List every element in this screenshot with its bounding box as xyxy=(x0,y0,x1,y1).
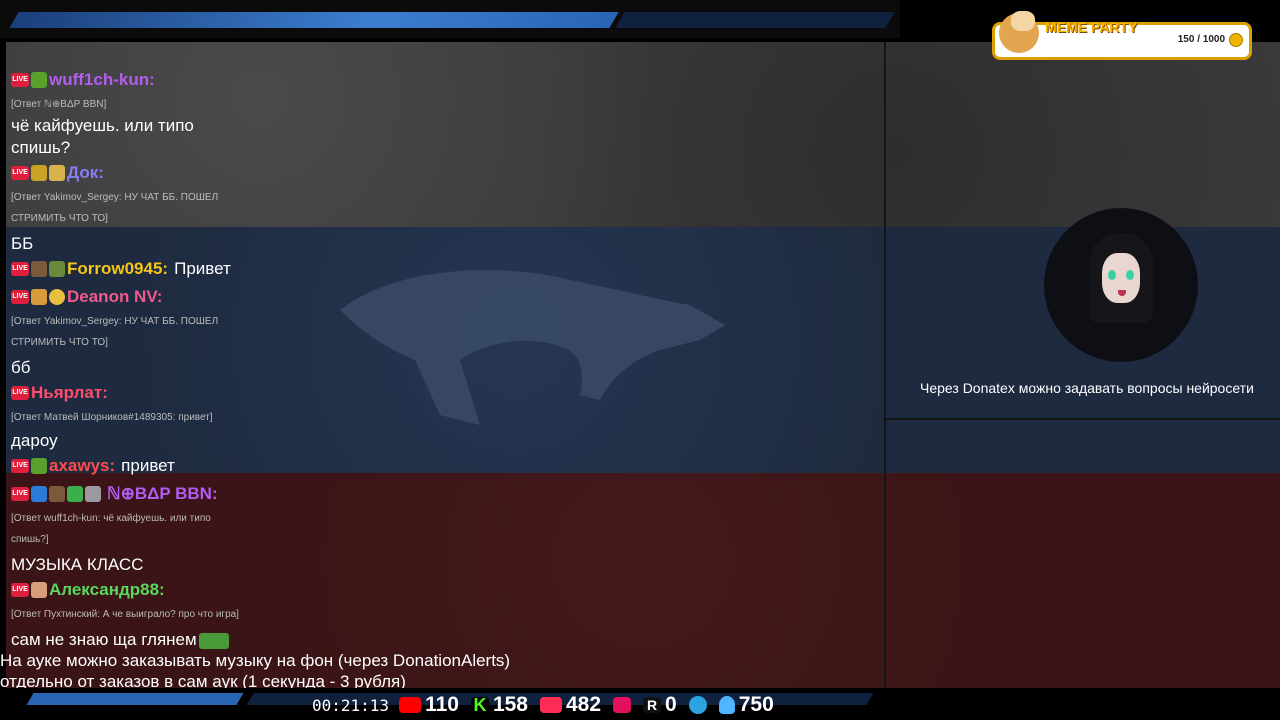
donatex-notice: Через Donatex можно задавать вопросы ней… xyxy=(920,380,1254,396)
chat-reply: [Ответ Yakimov_Sergey: НУ ЧАТ ББ. ПОШЕЛ … xyxy=(11,316,219,348)
vk-live-stat: 482 xyxy=(540,693,601,717)
chat-message: LIVE Док: [Ответ Yakimov_Sergey: НУ ЧАТ Б… xyxy=(11,159,311,255)
chat-message: LIVE ℕ⊕BΔP BBN: [Ответ wuff1ch-kun: чё ка… xyxy=(11,480,311,576)
meme-party-title: MEME PARTY xyxy=(1045,19,1138,35)
gift-icon xyxy=(67,486,83,502)
chat-message: LIVE Александр88: [Ответ Пухтинский: А че… xyxy=(11,576,311,651)
chat-reply: [Ответ ℕ⊕BΔP BBN] xyxy=(11,99,107,110)
user-icon xyxy=(718,696,735,714)
chat-reply: [Ответ wuff1ch-kun: чё кайфуешь. или тип… xyxy=(11,513,211,545)
bottom-bar-accent xyxy=(26,693,244,705)
chat-text: привет xyxy=(121,456,175,475)
chat-text: Привет xyxy=(174,259,231,278)
chat-text: бб xyxy=(11,358,31,377)
live-badge-icon: LIVE xyxy=(11,262,29,276)
chat-nick: axawys: xyxy=(49,456,116,475)
panel-divider-horizontal xyxy=(886,418,1280,420)
chat-text-content: сам не знаю ща глянем xyxy=(11,630,197,649)
telegram-stat xyxy=(688,696,707,714)
panel-divider-vertical xyxy=(884,42,886,688)
badge-icon xyxy=(49,261,65,277)
kick-stat: K 158 xyxy=(470,693,528,717)
top-bar xyxy=(0,0,900,38)
badge-icon xyxy=(85,486,101,502)
coin-icon xyxy=(1229,33,1243,47)
chat-message: LIVE Ньярлат: [Ответ Матвей Шорников#1489… xyxy=(11,379,311,452)
top-bar-accent xyxy=(9,12,619,28)
doge-icon xyxy=(999,11,1039,53)
rutube-stat xyxy=(613,697,632,713)
auction-notice: На ауке можно заказывать музыку на фон (… xyxy=(0,650,510,692)
badge-icon xyxy=(49,289,65,305)
chat-message: LIVE axawys: привет xyxy=(11,452,311,480)
live-badge-icon: LIVE xyxy=(11,487,29,501)
live-badge-icon: LIVE xyxy=(11,290,29,304)
telegram-icon xyxy=(688,696,707,714)
rutube-icon xyxy=(613,697,632,713)
r-platform-icon: R xyxy=(643,697,662,713)
chat-nick: Forrow0945: xyxy=(67,259,169,278)
live-badge-icon: LIVE xyxy=(11,166,29,180)
live-badge-icon: LIVE xyxy=(11,73,29,87)
uptime: 00:21:13 xyxy=(312,695,390,715)
live-badge-icon: LIVE xyxy=(11,459,29,473)
kick-icon: K xyxy=(470,696,489,714)
trophy-icon xyxy=(31,165,47,181)
beer-icon xyxy=(31,289,47,305)
badge-icon xyxy=(49,165,65,181)
badge-icon xyxy=(31,261,47,277)
chat-nick: wuff1ch-kun: xyxy=(49,70,155,89)
chat-reply: [Ответ Пухтинский: А че выиграло? про чт… xyxy=(11,609,239,620)
streamer-avatar xyxy=(1044,208,1198,362)
chat-text: МУЗЫКА КЛАСС xyxy=(11,555,144,574)
vk-live-viewers: 482 xyxy=(566,693,602,716)
chat-nick: ℕ⊕BΔP BBN: xyxy=(107,484,218,503)
meme-party-widget: MEME PARTY 150 / 1000 xyxy=(992,11,1252,60)
vk-live-icon xyxy=(540,697,562,713)
live-badge-icon: LIVE xyxy=(11,386,29,400)
viewer-stats: 00:21:13 110 K 158 482 R0 750 xyxy=(312,692,780,718)
youtube-viewers: 110 xyxy=(425,693,459,716)
chat-message: LIVE Deanon NV: [Ответ Yakimov_Sergey: НУ… xyxy=(11,283,311,379)
chat-text: дароу xyxy=(11,431,58,450)
chat-text: сам не знаю ща глянем xyxy=(11,629,311,651)
youtube-icon xyxy=(399,697,422,713)
top-bar-accent-dark xyxy=(615,12,895,28)
total-stat: 750 xyxy=(718,693,774,717)
badge-icon xyxy=(31,72,47,88)
chat-reply: [Ответ Матвей Шорников#1489305: привет] xyxy=(11,412,213,423)
chat-message: LIVE Forrow0945: Привет xyxy=(11,255,311,283)
chat-nick: Deanon NV: xyxy=(67,287,163,306)
stream-overlay: LIVE wuff1ch-kun: [Ответ ℕ⊕BΔP BBN] чё ка… xyxy=(0,0,1280,720)
chat-nick: Александр88: xyxy=(49,580,165,599)
meme-party-progress: 150 / 1000 xyxy=(1177,34,1225,45)
badge-icon xyxy=(31,458,47,474)
badge-icon xyxy=(49,486,65,502)
chat-reply: [Ответ Yakimov_Sergey: НУ ЧАТ ББ. ПОШЕЛ … xyxy=(11,192,219,224)
pepe-emote-icon xyxy=(198,632,229,649)
r-stat: R0 xyxy=(643,693,677,717)
kick-viewers: 158 xyxy=(492,693,528,716)
badge-icon xyxy=(31,486,47,502)
chat-nick: Ньярлат: xyxy=(31,383,108,402)
chat-panel: LIVE wuff1ch-kun: [Ответ ℕ⊕BΔP BBN] чё ка… xyxy=(11,66,311,651)
badge-icon xyxy=(31,582,47,598)
chat-nick: Док: xyxy=(67,163,104,182)
chat-message: LIVE wuff1ch-kun: [Ответ ℕ⊕BΔP BBN] чё ка… xyxy=(11,66,311,159)
r-viewers: 0 xyxy=(665,693,677,716)
auction-notice-line1: На ауке можно заказывать музыку на фон (… xyxy=(0,651,511,670)
live-badge-icon: LIVE xyxy=(11,583,29,597)
total-viewers: 750 xyxy=(738,693,774,716)
chat-text: ББ xyxy=(11,234,34,253)
youtube-stat: 110 xyxy=(399,693,459,717)
bear-emblem xyxy=(340,270,725,425)
chat-text: чё кайфуешь. или типо спишь? xyxy=(11,116,194,157)
